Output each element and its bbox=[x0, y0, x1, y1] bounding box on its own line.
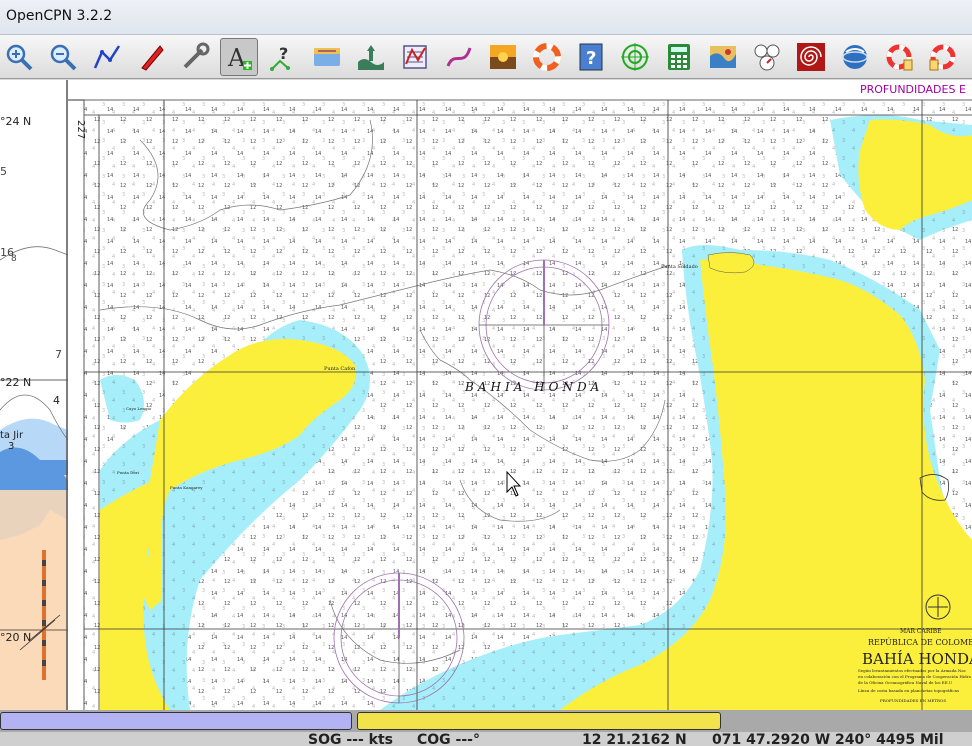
depth-label: 5 bbox=[0, 165, 7, 178]
depth-label: 8 bbox=[11, 254, 17, 264]
lat-label-22: °22 N bbox=[0, 376, 31, 389]
chart-title-block: MAR CARIBE REPÚBLICA DE COLOMBIA BAHÍA H… bbox=[858, 628, 972, 703]
spiral-icon bbox=[797, 42, 825, 71]
radar-button[interactable] bbox=[616, 38, 654, 76]
tide-icon bbox=[358, 44, 384, 70]
depth-label: 3 bbox=[8, 441, 14, 452]
measure-button[interactable]: ? bbox=[264, 38, 302, 76]
calculator-icon bbox=[668, 43, 690, 70]
dashboard-button[interactable] bbox=[748, 38, 786, 76]
title-sea: MAR CARIBE bbox=[900, 628, 942, 635]
status-sog: SOG --- kts bbox=[308, 732, 393, 746]
status-bar: SOG --- kts COG ---° 12 21.2162 N 071 47… bbox=[0, 732, 972, 746]
settings-tools-icon bbox=[183, 42, 210, 68]
spiral-button[interactable] bbox=[792, 38, 830, 76]
chart-button[interactable] bbox=[704, 38, 742, 76]
nautical-chart[interactable]: 14 12 3 4 bbox=[0, 80, 972, 710]
title-note: Según levantamientos efectuados por la A… bbox=[858, 668, 967, 673]
bottom-panel: SOG --- kts COG ---° 12 21.2162 N 071 47… bbox=[0, 710, 972, 746]
chart-bar-raster[interactable] bbox=[0, 712, 352, 730]
mob-button[interactable] bbox=[528, 38, 566, 76]
place-label-punta-soldado: Punta Soldado bbox=[661, 264, 698, 270]
tide-button[interactable] bbox=[352, 38, 390, 76]
chart-bar-vector[interactable] bbox=[357, 712, 721, 730]
place-label-punta-dori: Punta Dori bbox=[117, 470, 140, 475]
title-note: en colaboración con el Programa de Coope… bbox=[858, 674, 972, 679]
title-country: REPÚBLICA DE COLOMBIA bbox=[868, 638, 972, 647]
zoom-in-button[interactable] bbox=[0, 38, 38, 76]
left-inset-chart: °24 N °22 N °20 N 5 16 8 7 4 ta Jir 3 35 bbox=[0, 80, 69, 710]
settings-tools-button[interactable] bbox=[176, 38, 214, 76]
main-toolbar: A ? ? bbox=[0, 35, 972, 79]
globe-button[interactable] bbox=[836, 38, 874, 76]
track-icon bbox=[446, 46, 472, 67]
zoom-out-button[interactable] bbox=[44, 38, 82, 76]
lifebuoy-icon bbox=[886, 44, 913, 70]
route-button[interactable] bbox=[88, 38, 126, 76]
follow-boat-icon bbox=[141, 44, 164, 71]
title-note: Línea de costa basada en planchetas topo… bbox=[858, 688, 959, 693]
ais-icon bbox=[314, 47, 340, 66]
help-icon: ? bbox=[579, 43, 603, 70]
zoom-out-icon bbox=[50, 44, 77, 70]
place-label-cayo-lengio: Cayo Lengio bbox=[126, 406, 152, 411]
title-note: PROFUNDIDADES EN METROS bbox=[880, 698, 946, 703]
status-cog: COG ---° bbox=[417, 732, 480, 746]
main-chart-sheet: 227 PROFUNDIDADES E BAHIA HONDA Punta Ca… bbox=[68, 80, 972, 710]
track-button[interactable] bbox=[440, 38, 478, 76]
lifebuoy-button[interactable] bbox=[880, 38, 918, 76]
place-label-punta-cafon: Punta Cafon bbox=[324, 366, 356, 372]
title-bar: OpenCPN 3.2.2 bbox=[0, 0, 972, 35]
depth-label: 4 bbox=[53, 394, 60, 407]
depth-label: 35 bbox=[38, 80, 49, 83]
calculator-button[interactable] bbox=[660, 38, 698, 76]
bay-label: BAHIA HONDA bbox=[464, 380, 603, 394]
chart-viewport[interactable]: 14 12 3 4 bbox=[0, 80, 972, 710]
chart-icon bbox=[710, 45, 736, 68]
antenna-button[interactable] bbox=[968, 38, 972, 76]
lat-label-20: °20 N bbox=[0, 631, 31, 644]
text-mark-button[interactable]: A bbox=[220, 37, 258, 76]
window-title: OpenCPN 3.2.2 bbox=[6, 8, 113, 24]
radar-icon bbox=[621, 42, 649, 71]
zoom-in-icon bbox=[6, 44, 33, 70]
color-scheme-button[interactable] bbox=[484, 38, 522, 76]
route-icon bbox=[93, 44, 121, 69]
route-manager-icon bbox=[403, 44, 427, 69]
color-scheme-icon bbox=[490, 44, 516, 69]
follow-boat-button[interactable] bbox=[132, 38, 170, 76]
text-mark-icon: A bbox=[227, 44, 252, 72]
svg-text:?: ? bbox=[586, 48, 596, 69]
lifebuoy-2-button[interactable] bbox=[924, 38, 962, 76]
route-manager-button[interactable] bbox=[396, 38, 434, 76]
lifebuoy-2-icon bbox=[929, 44, 956, 70]
ais-button[interactable] bbox=[308, 38, 346, 76]
depth-label: 7 bbox=[55, 348, 62, 361]
lat-label-24: °24 N bbox=[0, 115, 31, 128]
status-position: 12 21.2162 N bbox=[582, 732, 687, 746]
title-note: de la Oficina Oceanográfica Naval de los… bbox=[858, 680, 953, 685]
sheet-number: 227 bbox=[75, 120, 86, 139]
place-label-punta-kangarey: Punta Kangarey bbox=[170, 485, 203, 490]
chart-header-text: PROFUNDIDADES E bbox=[860, 83, 966, 96]
measure-icon: ? bbox=[270, 44, 290, 71]
title-name: BAHÍA HONDA bbox=[862, 650, 972, 668]
globe-icon bbox=[842, 44, 868, 69]
mob-icon bbox=[533, 42, 561, 71]
status-cursor: 071 47.2920 W 240° 4495 Mil bbox=[712, 732, 944, 746]
help-button[interactable]: ? bbox=[572, 38, 610, 76]
dashboard-icon bbox=[754, 44, 780, 70]
place-label: ta Jir bbox=[0, 430, 24, 441]
